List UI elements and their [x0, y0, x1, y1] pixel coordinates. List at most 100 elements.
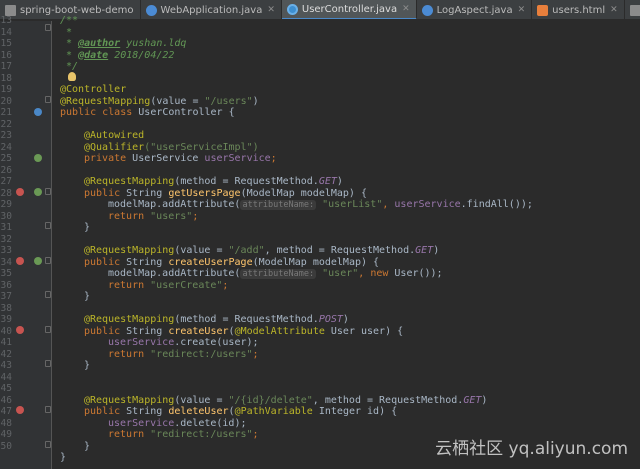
request-mapping-icon[interactable]	[16, 326, 24, 334]
request-mapping-icon[interactable]	[16, 257, 24, 265]
fold-icon[interactable]	[45, 406, 51, 413]
tab-springb[interactable]: springb	[624, 0, 640, 19]
code-line: public class UserController {	[60, 107, 235, 118]
line-number: 47	[0, 406, 12, 417]
code-line: @Autowired	[84, 130, 145, 141]
code-line: }	[60, 452, 67, 463]
code-line: *	[60, 26, 73, 38]
line-number: 32	[0, 233, 12, 245]
code-line: }	[84, 291, 91, 302]
code-line: @RequestMapping(value = "/{id}/delete", …	[84, 394, 488, 406]
line-number: 46	[0, 394, 12, 406]
line-number: 21	[0, 107, 12, 118]
request-mapping-icon[interactable]	[16, 406, 24, 414]
tab-usercontroller-java[interactable]: UserController.java ✕	[281, 0, 417, 19]
line-number: 38	[0, 302, 12, 314]
close-icon[interactable]: ✕	[518, 5, 526, 15]
request-mapping-icon[interactable]	[16, 188, 24, 196]
autowired-icon[interactable]	[34, 154, 42, 162]
editor-gutter[interactable]: 13 14 15 16 17 18 19 20 21 22 23 24 25 2…	[0, 15, 52, 469]
folder-icon	[5, 4, 16, 16]
line-number: 13	[0, 15, 12, 26]
fold-icon[interactable]	[45, 96, 51, 103]
line-number: 37	[0, 291, 12, 302]
code-line: }	[84, 360, 91, 371]
code-line: public String getUsersPage(ModelMap mode…	[84, 187, 367, 199]
tab-webapplication-java[interactable]: WebApplication.java ✕	[140, 0, 282, 19]
code-line: @Qualifier("userServiceImpl")	[84, 141, 259, 153]
bean-icon[interactable]	[34, 188, 42, 196]
close-icon[interactable]: ✕	[402, 4, 410, 14]
java-class-icon	[421, 4, 433, 16]
line-number: 45	[0, 383, 12, 394]
watermark: 云栖社区 yq.aliyun.com	[435, 439, 628, 459]
code-line: }	[84, 440, 91, 452]
line-number: 16	[0, 49, 12, 61]
tab-logaspect-java[interactable]: LogAspect.java ✕	[416, 0, 533, 19]
code-line: * @date 2018/04/22	[60, 49, 175, 61]
java-class-icon	[286, 3, 298, 15]
line-number: 41	[0, 337, 12, 348]
fold-icon[interactable]	[45, 257, 51, 264]
code-line: public String createUser(@ModelAttribute…	[84, 325, 404, 337]
line-number: 23	[0, 130, 12, 141]
line-number: 27	[0, 176, 12, 187]
tab-users-html[interactable]: users.html ✕	[532, 0, 625, 19]
code-line: return "userCreate";	[108, 279, 229, 291]
code-line: @RequestMapping(value = "/add", method =…	[84, 245, 440, 256]
line-number: 24	[0, 141, 12, 153]
line-number: 33	[0, 245, 12, 256]
java-class-icon	[145, 4, 157, 16]
code-line: * @author yushan.ldq	[60, 38, 187, 49]
bean-icon[interactable]	[34, 108, 42, 116]
editor-tab-bar: spring-boot-web-demo WebApplication.java…	[0, 0, 640, 20]
line-number: 25	[0, 153, 12, 164]
code-line: return "redirect:/users";	[108, 429, 259, 440]
line-number: 35	[0, 268, 12, 279]
line-number: 39	[0, 314, 12, 325]
line-number: 44	[0, 371, 12, 383]
close-icon[interactable]: ✕	[267, 5, 275, 15]
code-line: /**	[60, 15, 79, 26]
code-line: @RequestMapping(method = RequestMethod.P…	[84, 314, 349, 325]
code-line: @Controller	[60, 84, 127, 95]
code-line: @RequestMapping(value = "/users")	[60, 95, 259, 107]
line-number: 20	[0, 95, 12, 107]
close-icon[interactable]: ✕	[610, 5, 618, 15]
fold-icon[interactable]	[45, 24, 51, 31]
line-number: 17	[0, 61, 12, 72]
code-line: return "users";	[108, 210, 199, 222]
line-number: 26	[0, 164, 12, 176]
line-number: 28	[0, 187, 12, 199]
fold-icon[interactable]	[45, 326, 51, 333]
fold-icon[interactable]	[45, 188, 51, 195]
fold-icon[interactable]	[45, 222, 51, 229]
code-line: @RequestMapping(method = RequestMethod.G…	[84, 176, 343, 187]
line-number: 34	[0, 256, 12, 268]
code-line: public String createUserPage(ModelMap mo…	[84, 256, 380, 268]
line-number: 14	[0, 26, 12, 38]
line-number: 30	[0, 210, 12, 222]
folder-icon	[629, 4, 640, 16]
line-number: 42	[0, 348, 12, 360]
fold-icon[interactable]	[45, 360, 51, 367]
tab-label: users.html	[552, 4, 606, 16]
code-line: return "redirect:/users";	[108, 348, 259, 360]
line-number: 36	[0, 279, 12, 291]
tab-label: WebApplication.java	[160, 4, 263, 16]
line-number: 29	[0, 199, 12, 210]
bean-icon[interactable]	[34, 257, 42, 265]
line-number: 43	[0, 360, 12, 371]
code-line: modelMap.addAttribute(attributeName: "us…	[108, 199, 533, 210]
html-file-icon	[537, 4, 549, 16]
tab-label: LogAspect.java	[436, 4, 513, 16]
code-line: modelMap.addAttribute(attributeName: "us…	[108, 268, 443, 279]
fold-icon[interactable]	[45, 441, 51, 448]
fold-icon[interactable]	[45, 291, 51, 298]
code-editor[interactable]: /** * * @author yushan.ldq * @date 2018/…	[60, 15, 640, 469]
line-number: 15	[0, 38, 12, 49]
line-number: 48	[0, 417, 12, 429]
tab-label: UserController.java	[301, 3, 398, 15]
line-number: 19	[0, 84, 12, 95]
code-line: userService.delete(id);	[108, 417, 247, 429]
